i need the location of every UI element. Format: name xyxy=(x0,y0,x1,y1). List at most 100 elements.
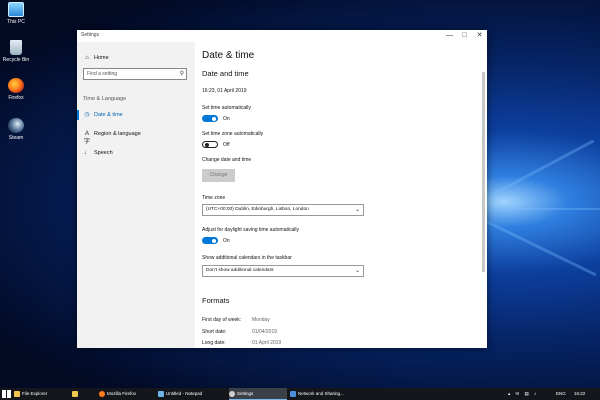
desktop-icon-label: Steam xyxy=(8,135,24,141)
language-icon: A字 xyxy=(83,131,90,145)
select-value: Don't show additional calendars xyxy=(206,268,274,273)
taskbar-item-label: Network and Sharing... xyxy=(298,391,344,396)
sidebar-section-title: Time & Language xyxy=(83,96,127,102)
toggle-knob xyxy=(212,238,216,243)
chevron-down-icon: ⌄ xyxy=(354,268,360,274)
steam-icon xyxy=(8,118,24,133)
wallpaper-light-beam xyxy=(469,212,597,277)
taskbar-item-label: Mozilla Firefox xyxy=(107,391,137,396)
this-pc-icon xyxy=(8,2,24,17)
first-day-of-week-value: Monday xyxy=(252,317,270,323)
clock-icon: ◷ xyxy=(84,112,90,118)
taskbar-item-notepad[interactable]: Untitled - Notepad xyxy=(158,388,226,400)
time-zone-select[interactable]: (UTC+00:00) Dublin, Edinburgh, Lisbon, L… xyxy=(202,204,364,216)
taskbar-item-label: Untitled - Notepad xyxy=(166,391,203,396)
close-button[interactable]: ✕ xyxy=(472,30,487,42)
search-input[interactable]: Find a setting ⚲ xyxy=(83,68,187,80)
additional-calendars-label: Show additional calendars in the taskbar xyxy=(202,255,292,261)
system-tray-icons[interactable]: ▴ ✉ ▤ ♪ xyxy=(508,388,538,400)
notepad-icon xyxy=(158,390,164,397)
wallpaper-light-beam xyxy=(470,208,600,210)
taskbar-item-mail[interactable] xyxy=(72,388,96,400)
section-title-formats: Formats xyxy=(202,296,230,305)
content-pane: Date & time Date and time 16:23, 01 Apri… xyxy=(195,42,487,348)
sidebar-item-label: Date & time xyxy=(94,112,123,118)
long-date-value: 01 April 2019 xyxy=(252,340,282,346)
set-time-auto-label: Set time automatically xyxy=(202,105,251,111)
short-date-label: Short date: xyxy=(202,329,227,335)
firefox-icon xyxy=(8,78,24,93)
clock[interactable]: 16:22 xyxy=(574,388,585,400)
sidebar-item-speech[interactable]: ♩ Speech xyxy=(77,146,195,160)
long-date-label: Long date: xyxy=(202,340,226,346)
windows-logo-icon xyxy=(6,390,11,394)
language-indicator[interactable]: ENG xyxy=(556,388,566,400)
network-icon xyxy=(290,390,296,397)
desktop-icon-recycle-bin[interactable]: Recycle Bin xyxy=(2,40,30,63)
active-indicator xyxy=(77,110,79,120)
sidebar-item-home[interactable]: ⌂ Home xyxy=(77,51,195,65)
page-title: Date & time xyxy=(202,50,255,61)
settings-window: Settings — □ ✕ ⌂ Home Find a setting ⚲ T… xyxy=(77,30,487,348)
toggle-state: On xyxy=(223,116,230,122)
desktop-icon-label: Firefox xyxy=(8,95,24,101)
folder-icon xyxy=(14,390,20,397)
desktop-icon-this-pc[interactable]: This PC xyxy=(2,2,30,25)
sidebar-item-label: Home xyxy=(94,55,109,61)
desktop: This PC Recycle Bin Firefox Steam Settin… xyxy=(0,0,600,388)
title-bar[interactable]: Settings — □ ✕ xyxy=(77,30,487,42)
sidebar-item-label: Speech xyxy=(94,150,113,156)
set-time-auto-toggle[interactable] xyxy=(202,115,218,122)
taskbar: File Explorer Mozilla Firefox Untitled -… xyxy=(0,388,600,400)
desktop-icon-firefox[interactable]: Firefox xyxy=(2,78,30,101)
desktop-icon-label: This PC xyxy=(7,19,25,25)
desktop-icon-label: Recycle Bin xyxy=(2,57,30,63)
additional-calendars-select[interactable]: Don't show additional calendars ⌄ xyxy=(202,265,364,277)
taskbar-item-firefox[interactable]: Mozilla Firefox xyxy=(99,388,155,400)
change-datetime-label: Change date and time xyxy=(202,157,252,163)
microphone-icon: ♩ xyxy=(84,150,90,156)
start-button[interactable] xyxy=(2,390,11,398)
desktop-icon-steam[interactable]: Steam xyxy=(2,118,30,141)
taskbar-item-file-explorer[interactable]: File Explorer xyxy=(14,388,69,400)
toggle-state: On xyxy=(223,238,230,244)
minimize-button[interactable]: — xyxy=(442,30,457,42)
toggle-state: Off xyxy=(223,142,230,148)
daylight-saving-label: Adjust for daylight saving time automati… xyxy=(202,227,299,233)
windows-logo-icon xyxy=(6,394,11,398)
recycle-bin-icon xyxy=(10,40,22,55)
taskbar-item-label: Settings xyxy=(237,391,254,396)
chevron-down-icon: ⌄ xyxy=(354,207,360,213)
toggle-knob xyxy=(212,116,216,121)
section-title-date-time: Date and time xyxy=(202,69,249,78)
home-icon: ⌂ xyxy=(85,55,89,61)
sidebar-item-label: Region & language xyxy=(94,131,141,137)
daylight-saving-toggle[interactable] xyxy=(202,237,218,244)
search-placeholder: Find a setting xyxy=(87,71,118,77)
sidebar-item-date-time[interactable]: ◷ Date & time xyxy=(77,108,195,122)
scrollbar[interactable] xyxy=(482,72,485,272)
set-timezone-auto-toggle[interactable] xyxy=(202,141,218,148)
mail-icon xyxy=(72,390,78,397)
wallpaper-light-beam xyxy=(469,139,595,208)
windows-logo-icon xyxy=(2,394,6,398)
change-button[interactable]: Change xyxy=(202,169,235,182)
taskbar-item-network-sharing[interactable]: Network and Sharing... xyxy=(290,388,350,400)
toggle-knob xyxy=(205,143,209,147)
current-datetime: 16:23, 01 April 2019 xyxy=(202,88,247,94)
short-date-value: 01/04/2019 xyxy=(252,329,278,335)
time-zone-label: Time zone xyxy=(202,195,226,201)
taskbar-item-label: File Explorer xyxy=(22,391,48,396)
search-icon[interactable]: ⚲ xyxy=(180,70,184,77)
first-day-of-week-label: First day of week: xyxy=(202,317,242,323)
taskbar-item-settings[interactable]: Settings xyxy=(229,388,287,400)
sidebar-item-region-language[interactable]: A字 Region & language xyxy=(77,127,195,145)
maximize-button[interactable]: □ xyxy=(457,30,472,42)
select-value: (UTC+00:00) Dublin, Edinburgh, Lisbon, L… xyxy=(206,207,309,212)
firefox-icon xyxy=(99,390,105,397)
set-timezone-auto-label: Set time zone automatically xyxy=(202,131,264,137)
gear-icon xyxy=(229,390,235,397)
window-title: Settings xyxy=(81,32,100,38)
sidebar: ⌂ Home Find a setting ⚲ Time & Language … xyxy=(77,42,195,348)
windows-logo-icon xyxy=(2,390,6,394)
